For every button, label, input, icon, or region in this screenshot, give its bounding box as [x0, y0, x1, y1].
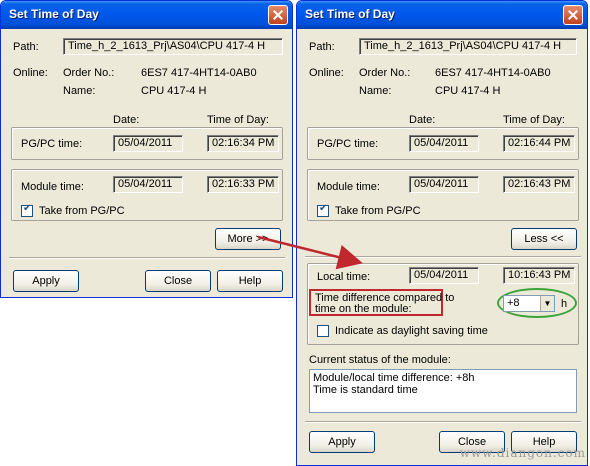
hours-unit-label: h	[561, 298, 568, 310]
daylight-saving-checkbox[interactable]	[317, 325, 329, 337]
pgpc-time-field: 02:16:44 PM	[503, 135, 575, 152]
name-label: Name:	[359, 85, 392, 97]
separator	[9, 257, 285, 259]
close-window-icon[interactable]	[563, 5, 583, 25]
close-window-icon[interactable]	[268, 5, 288, 25]
online-label: Online:	[309, 67, 344, 79]
module-time-field[interactable]: 02:16:43 PM	[503, 176, 575, 193]
take-from-pgpc-checkbox[interactable]	[317, 203, 329, 217]
take-from-pgpc-label: Take from PG/PC	[335, 205, 421, 217]
local-time-field: 10:16:43 PM	[503, 267, 575, 284]
status-label: Current status of the module:	[309, 354, 451, 366]
module-date-field[interactable]: 05/04/2011	[113, 176, 183, 193]
path-field: Time_h_2_1613_Prj\AS04\CPU 417-4 H	[63, 38, 283, 55]
window-title: Set Time of Day	[9, 7, 99, 21]
status-line: Time is standard time	[313, 384, 418, 396]
online-label: Online:	[13, 67, 48, 79]
separator	[305, 421, 581, 423]
local-date-field: 05/04/2011	[409, 267, 479, 284]
daylight-saving-label: Indicate as daylight saving time	[335, 325, 488, 337]
pgpc-time-label: PG/PC time:	[317, 138, 379, 150]
path-field: Time_h_2_1613_Prj\AS04\CPU 417-4 H	[359, 38, 577, 55]
module-time-label: Module time:	[317, 181, 380, 193]
status-line: Module/local time difference: +8h	[313, 372, 475, 384]
module-time-label: Module time:	[21, 181, 84, 193]
time-difference-dropdown[interactable]: +8 ▼	[503, 295, 555, 312]
close-button[interactable]: Close	[145, 270, 211, 292]
time-difference-label-line2: time on the module:	[315, 303, 412, 315]
name-value: CPU 417-4 H	[141, 85, 207, 97]
date-column-header: Date:	[113, 114, 140, 126]
module-time-field[interactable]: 02:16:33 PM	[207, 176, 279, 193]
set-time-dialog-expanded: Set Time of Day Path: Time_h_2_1613_Prj\…	[296, 0, 588, 466]
order-no-label: Order No.:	[359, 67, 411, 79]
local-time-label: Local time:	[317, 271, 371, 283]
module-date-field[interactable]: 05/04/2011	[409, 176, 479, 193]
set-time-dialog-collapsed: Set Time of Day Path: Time_h_2_1613_Prj\…	[0, 0, 293, 298]
take-from-pgpc-label: Take from PG/PC	[39, 205, 125, 217]
pgpc-date-field: 05/04/2011	[409, 135, 479, 152]
path-label: Path:	[309, 41, 335, 53]
pgpc-time-label: PG/PC time:	[21, 138, 83, 150]
order-no-value: 6ES7 417-4HT14-0AB0	[141, 67, 257, 79]
help-button[interactable]: Help	[217, 270, 283, 292]
window-title: Set Time of Day	[305, 7, 395, 21]
order-no-value: 6ES7 417-4HT14-0AB0	[435, 67, 551, 79]
chevron-down-icon[interactable]: ▼	[540, 296, 554, 311]
apply-button[interactable]: Apply	[309, 431, 375, 453]
pgpc-time-field: 02:16:34 PM	[207, 135, 279, 152]
title-bar[interactable]: Set Time of Day	[297, 1, 587, 29]
title-bar[interactable]: Set Time of Day	[1, 1, 292, 29]
more-button[interactable]: More >>	[215, 228, 281, 250]
path-label: Path:	[13, 41, 39, 53]
time-difference-value: +8	[507, 297, 520, 309]
pgpc-date-field: 05/04/2011	[113, 135, 183, 152]
watermark: www.diangon.com	[459, 446, 586, 460]
status-textbox[interactable]: Module/local time difference: +8h Time i…	[309, 369, 577, 413]
time-column-header: Time of Day:	[207, 114, 269, 126]
name-value: CPU 417-4 H	[435, 85, 501, 97]
apply-button[interactable]: Apply	[13, 270, 79, 292]
order-no-label: Order No.:	[63, 67, 115, 79]
take-from-pgpc-checkbox[interactable]	[21, 203, 33, 217]
time-column-header: Time of Day:	[503, 114, 565, 126]
separator	[305, 256, 581, 258]
date-column-header: Date:	[409, 114, 436, 126]
name-label: Name:	[63, 85, 96, 97]
less-button[interactable]: Less <<	[511, 228, 577, 250]
